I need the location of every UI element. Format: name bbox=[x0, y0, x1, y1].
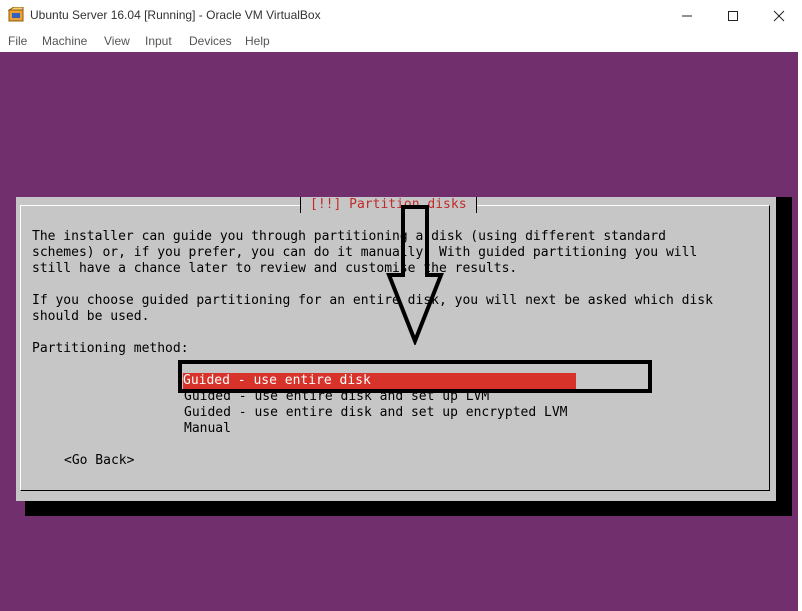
minimize-icon bbox=[682, 15, 692, 17]
go-back-button[interactable]: <Go Back> bbox=[64, 453, 134, 469]
close-icon bbox=[773, 10, 785, 22]
minimize-button[interactable] bbox=[664, 0, 710, 31]
close-button[interactable] bbox=[756, 0, 802, 31]
selection-highlight-box bbox=[178, 360, 652, 393]
option-manual[interactable]: Manual bbox=[184, 421, 231, 437]
virtualbox-window: Ubuntu Server 16.04 [Running] - Oracle V… bbox=[0, 0, 802, 611]
menu-view[interactable]: View bbox=[104, 34, 130, 48]
menu-help[interactable]: Help bbox=[245, 34, 270, 48]
option-guided-encrypted-lvm[interactable]: Guided - use entire disk and set up encr… bbox=[184, 405, 568, 421]
menu-machine[interactable]: Machine bbox=[42, 34, 87, 48]
menu-devices[interactable]: Devices bbox=[189, 34, 232, 48]
down-arrow-icon bbox=[386, 205, 444, 345]
description-text: schemes) or, if you prefer, you can do i… bbox=[32, 245, 698, 260]
menu-bar: File Machine View Input Devices Help bbox=[0, 31, 802, 52]
description-text: The installer can guide you through part… bbox=[32, 229, 666, 244]
window-border bbox=[798, 52, 802, 611]
window-title: Ubuntu Server 16.04 [Running] - Oracle V… bbox=[30, 8, 321, 22]
virtualbox-icon bbox=[7, 6, 24, 23]
menu-input[interactable]: Input bbox=[145, 34, 172, 48]
maximize-button[interactable] bbox=[710, 0, 756, 31]
description-text: should be used. bbox=[32, 309, 150, 324]
partitioning-method-label: Partitioning method: bbox=[32, 341, 189, 356]
title-bar[interactable]: Ubuntu Server 16.04 [Running] - Oracle V… bbox=[0, 0, 802, 31]
maximize-icon bbox=[728, 11, 738, 21]
description-text: If you choose guided partitioning for an… bbox=[32, 293, 713, 308]
menu-file[interactable]: File bbox=[8, 34, 27, 48]
